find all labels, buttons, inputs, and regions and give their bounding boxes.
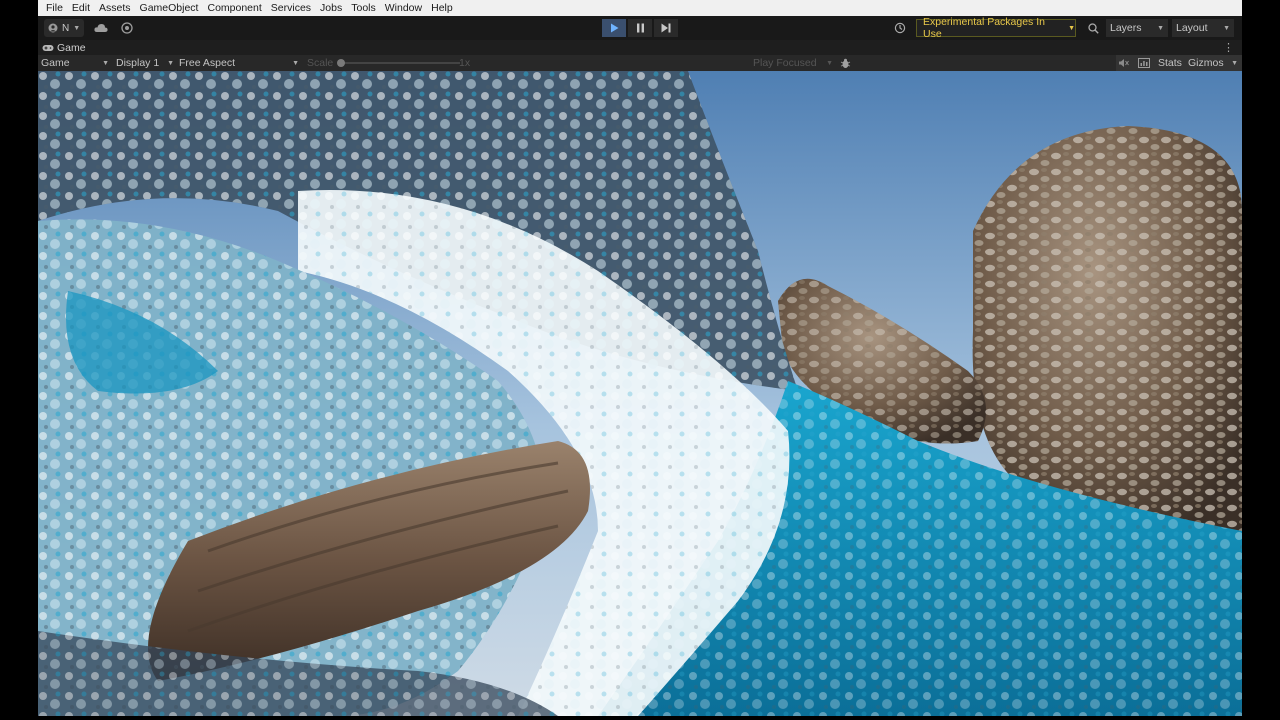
menu-services[interactable]: Services xyxy=(267,0,316,16)
collab-icon xyxy=(121,22,133,34)
chevron-down-icon: ▼ xyxy=(1223,24,1230,32)
display-label: Display 1 xyxy=(116,57,160,69)
game-scene-render xyxy=(38,71,1242,716)
collab-button[interactable] xyxy=(118,19,136,37)
tab-game[interactable]: Game xyxy=(42,40,86,55)
main-toolbar: N ▼ Experimental Packages In Use ▼ Layer… xyxy=(38,16,1242,40)
view-mode-dropdown[interactable]: Game ▼ xyxy=(41,55,109,71)
chevron-down-icon: ▼ xyxy=(73,24,81,32)
gizmos-label: Gizmos xyxy=(1188,57,1224,69)
kebab-icon[interactable]: ⋮ xyxy=(1223,41,1234,54)
scale-value: 1x xyxy=(459,57,471,69)
menu-assets[interactable]: Assets xyxy=(95,0,136,16)
play-mode-dropdown[interactable]: Play Focused ▼ xyxy=(753,55,833,71)
account-icon xyxy=(48,23,58,33)
debug-button[interactable] xyxy=(840,55,851,71)
chevron-down-icon: ▼ xyxy=(1068,24,1075,32)
menu-jobs[interactable]: Jobs xyxy=(316,0,347,16)
layout-label: Layout xyxy=(1176,22,1208,34)
chevron-down-icon: ▼ xyxy=(167,59,174,67)
undo-history-button[interactable] xyxy=(890,19,910,37)
gizmos-dropdown[interactable]: Gizmos ▼ xyxy=(1188,55,1238,71)
chevron-down-icon: ▼ xyxy=(102,59,109,67)
play-icon xyxy=(610,23,618,33)
layout-dropdown[interactable]: Layout ▼ xyxy=(1172,19,1234,37)
chevron-down-icon: ▼ xyxy=(292,59,299,67)
step-button[interactable] xyxy=(654,19,678,37)
chevron-down-icon: ▼ xyxy=(1157,24,1164,32)
cloud-button[interactable] xyxy=(92,19,110,37)
layers-label: Layers xyxy=(1110,22,1142,34)
left-letterbox xyxy=(0,0,38,720)
stats-icon xyxy=(1138,58,1150,68)
stats-toggle-icon-button[interactable] xyxy=(1138,55,1150,71)
experimental-packages-label: Experimental Packages In Use xyxy=(923,16,1045,40)
menu-edit[interactable]: Edit xyxy=(68,0,95,16)
pause-button[interactable] xyxy=(628,19,652,37)
search-icon xyxy=(1087,22,1099,34)
experimental-packages-dropdown[interactable]: Experimental Packages In Use ▼ xyxy=(916,16,1076,40)
menu-file[interactable]: File xyxy=(42,0,68,16)
aspect-label: Free Aspect xyxy=(179,57,236,69)
play-mode-label: Play Focused xyxy=(753,57,817,69)
search-button[interactable] xyxy=(1084,19,1102,37)
game-viewport[interactable] xyxy=(38,71,1242,716)
display-dropdown[interactable]: Display 1 ▼ xyxy=(116,55,174,71)
chevron-down-icon: ▼ xyxy=(1231,59,1238,67)
right-letterbox xyxy=(1242,0,1280,720)
history-icon xyxy=(894,22,906,34)
playmode-controls xyxy=(602,19,678,37)
menu-window[interactable]: Window xyxy=(381,0,427,16)
scale-slider-handle[interactable] xyxy=(337,59,345,67)
game-tab-bar: Game ⋮ xyxy=(38,40,1242,55)
pause-icon xyxy=(636,23,644,33)
account-initial: N xyxy=(62,22,70,34)
audio-mute-icon xyxy=(1119,59,1129,67)
scale-slider-track[interactable] xyxy=(340,62,460,64)
gamepad-icon xyxy=(42,44,54,51)
stats-button[interactable]: Stats xyxy=(1158,55,1182,71)
layers-dropdown[interactable]: Layers ▼ xyxy=(1106,19,1168,37)
view-mode-label: Game xyxy=(41,57,70,69)
mute-audio-button[interactable] xyxy=(1118,55,1129,71)
play-button[interactable] xyxy=(602,19,626,37)
step-icon xyxy=(661,23,671,33)
chevron-down-icon: ▼ xyxy=(826,59,833,67)
cloud-icon xyxy=(94,24,108,32)
bug-icon xyxy=(840,58,851,68)
account-button[interactable]: N ▼ xyxy=(44,19,84,37)
scale-label: Scale xyxy=(307,57,334,69)
aspect-dropdown[interactable]: Free Aspect ▼ xyxy=(179,55,299,71)
menu-bar: File Edit Assets GameObject Component Se… xyxy=(38,0,1242,16)
menu-component[interactable]: Component xyxy=(203,0,266,16)
menu-help[interactable]: Help xyxy=(427,0,458,16)
menu-tools[interactable]: Tools xyxy=(347,0,381,16)
menu-gameobject[interactable]: GameObject xyxy=(136,0,204,16)
game-view-controls: Game ▼ Display 1 ▼ Free Aspect ▼ Scale 1… xyxy=(38,55,1242,71)
tab-game-label: Game xyxy=(57,41,86,54)
